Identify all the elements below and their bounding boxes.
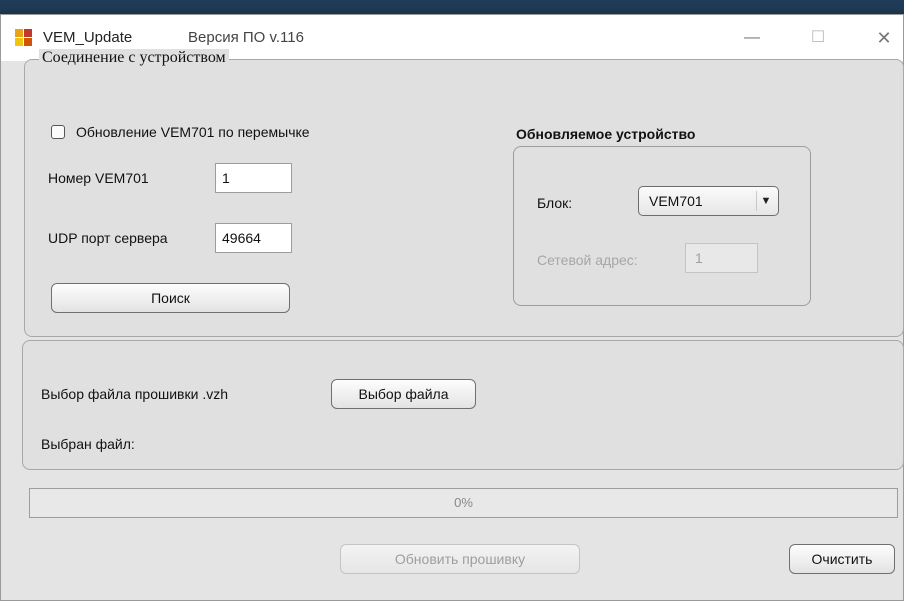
search-button[interactable]: Поиск [51, 283, 290, 313]
update-firmware-button[interactable]: Обновить прошивку [340, 544, 580, 574]
block-select-value: VEM701 [649, 193, 703, 209]
block-select[interactable]: VEM701 ▼ [638, 186, 779, 216]
clear-button[interactable]: Очистить [789, 544, 895, 574]
minimize-button[interactable]: — [737, 25, 767, 51]
firmware-select-label: Выбор файла прошивки .vzh [41, 386, 229, 402]
vem-number-input[interactable]: 1 [215, 163, 292, 193]
vem-number-label: Номер VEM701 [48, 170, 149, 186]
network-address-label: Сетевой адрес: [537, 252, 638, 268]
progress-text: 0% [454, 495, 473, 510]
progress-bar: 0% [29, 488, 898, 518]
maximize-button[interactable]: ☐ [803, 25, 833, 51]
background-strip [0, 0, 904, 14]
block-label: Блок: [537, 195, 573, 211]
close-button[interactable]: ✕ [869, 25, 899, 51]
app-icon [15, 29, 33, 47]
udp-port-input[interactable]: 49664 [215, 223, 292, 253]
connection-panel-title: Соединение с устройством [39, 49, 229, 67]
window-title: VEM_Update [43, 29, 133, 46]
jumper-update-label: Обновление VEM701 по перемычке [76, 124, 310, 140]
device-group [513, 146, 811, 306]
software-version: Версия ПО v.116 [188, 29, 304, 46]
device-group-title: Обновляемое устройство [516, 126, 696, 142]
chevron-down-icon: ▼ [756, 191, 775, 211]
jumper-update-checkbox[interactable] [51, 125, 65, 139]
network-address-input: 1 [685, 243, 758, 273]
udp-port-label: UDP порт сервера [48, 230, 168, 246]
selected-file-label: Выбран файл: [41, 436, 135, 452]
select-file-button[interactable]: Выбор файла [331, 379, 476, 409]
